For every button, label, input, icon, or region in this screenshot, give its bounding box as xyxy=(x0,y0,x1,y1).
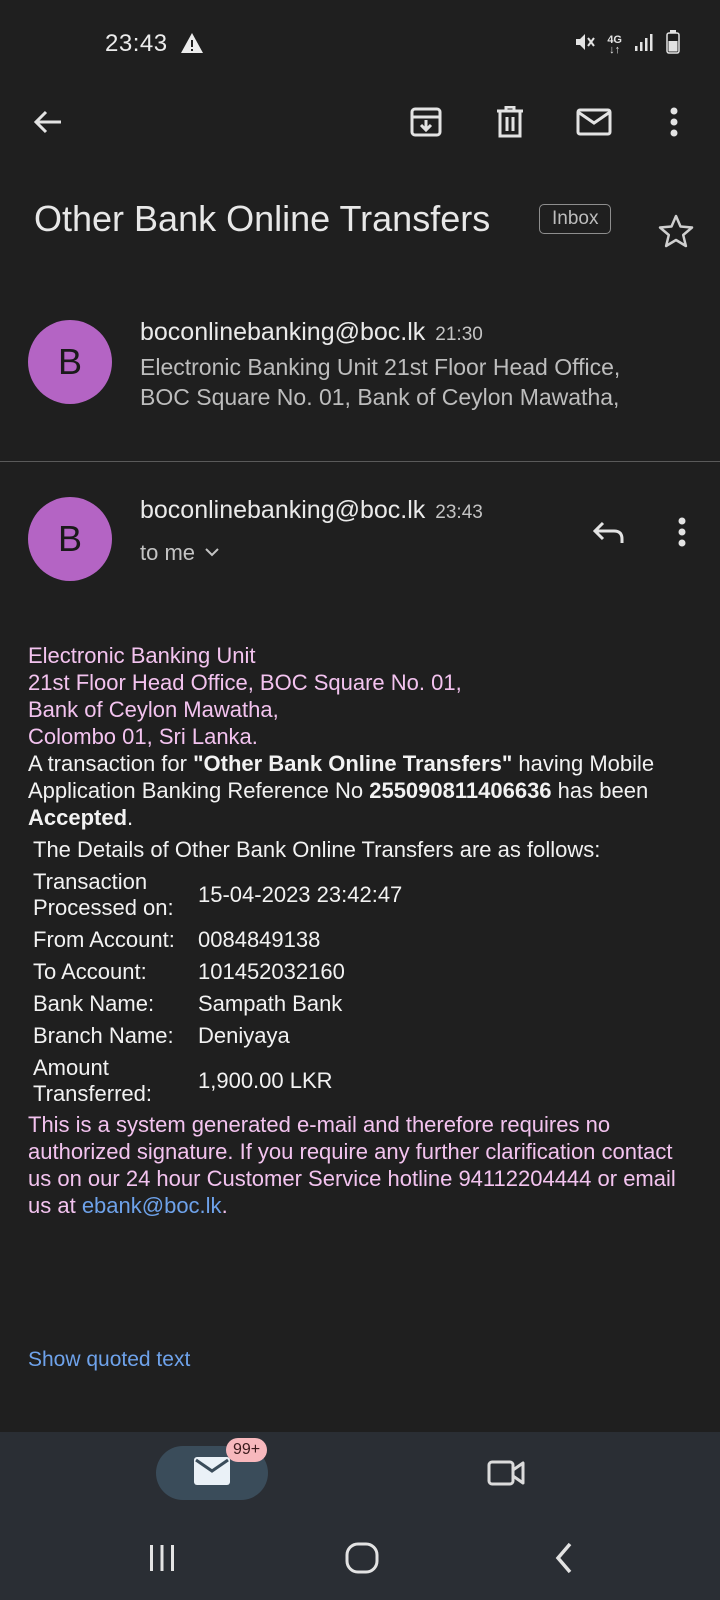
inbox-label[interactable]: Inbox xyxy=(539,204,612,234)
email-body: Electronic Banking Unit 21st Floor Head … xyxy=(28,642,698,1219)
status-icons: 4G ↓↑ xyxy=(573,30,680,59)
show-quoted-text-link[interactable]: Show quoted text xyxy=(28,1348,190,1372)
detail-value: 1,900.00 LKR xyxy=(198,1068,333,1093)
network-label: 4G ↓↑ xyxy=(607,33,622,56)
detail-label: Transaction Processed on: xyxy=(33,869,174,920)
detail-label: Amount Transferred: xyxy=(33,1055,153,1106)
battery-icon xyxy=(666,30,680,59)
back-arrow-icon[interactable] xyxy=(24,98,72,146)
table-row: Amount Transferred: 1,900.00 LKR xyxy=(28,1053,606,1111)
star-icon[interactable] xyxy=(658,214,694,253)
address-line: 21st Floor Head Office, BOC Square No. 0… xyxy=(28,670,462,695)
detail-value: Sampath Bank xyxy=(198,991,343,1016)
detail-value: 15-04-2023 23:42:47 xyxy=(198,882,403,907)
message-snippet-line-1: Electronic Banking Unit 21st Floor Head … xyxy=(140,354,621,380)
recents-icon[interactable] xyxy=(138,1534,186,1582)
chevron-down-icon xyxy=(205,544,219,562)
details-heading: The Details of Other Bank Online Transfe… xyxy=(33,837,601,862)
table-row: Transaction Processed on: 15-04-2023 23:… xyxy=(28,867,606,925)
address-line: Colombo 01, Sri Lanka. xyxy=(28,724,258,749)
table-row: Branch Name: Deniyaya xyxy=(28,1021,606,1053)
message-more-icon[interactable] xyxy=(658,508,706,556)
home-icon[interactable] xyxy=(338,1534,386,1582)
address-line: Bank of Ceylon Mawatha, xyxy=(28,697,279,722)
warning-icon xyxy=(180,32,204,59)
detail-value: Deniyaya xyxy=(198,1023,290,1048)
sender-email: boconlinebanking@boc.lk xyxy=(140,496,426,524)
message-time: 23:43 xyxy=(435,502,483,523)
archive-icon[interactable] xyxy=(402,98,450,146)
more-vert-icon[interactable] xyxy=(650,98,698,146)
delete-icon[interactable] xyxy=(486,98,534,146)
mail-icon xyxy=(194,1456,230,1490)
mute-icon xyxy=(573,31,596,58)
detail-label: Branch Name: xyxy=(33,1023,174,1048)
details-table: The Details of Other Bank Online Transfe… xyxy=(28,835,606,1111)
detail-value: 101452032160 xyxy=(198,959,345,984)
footer-notice: This is a system generated e-mail and th… xyxy=(28,1112,676,1218)
table-row: Bank Name: Sampath Bank xyxy=(28,989,606,1021)
detail-label: Bank Name: xyxy=(33,991,155,1016)
message-snippet-line-2: BOC Square No. 01, Bank of Ceylon Mawath… xyxy=(140,384,620,410)
address-line: Electronic Banking Unit xyxy=(28,643,256,668)
message-collapsed[interactable]: B boconlinebanking@boc.lk 21:30 Electroni… xyxy=(0,296,720,446)
sender-email: boconlinebanking@boc.lk xyxy=(140,318,426,346)
table-row: The Details of Other Bank Online Transfe… xyxy=(28,835,606,867)
ebank-email-link[interactable]: ebank@boc.lk xyxy=(82,1193,222,1218)
divider xyxy=(0,461,720,462)
recipient-label: to me xyxy=(140,540,196,565)
email-subject: Other Bank Online Transfers xyxy=(34,198,491,239)
status-time: 23:43 xyxy=(105,30,168,57)
avatar: B xyxy=(28,320,112,404)
message-time: 21:30 xyxy=(435,324,483,345)
table-row: From Account: 0084849138 xyxy=(28,925,606,957)
unread-count-badge: 99+ xyxy=(226,1438,268,1462)
signal-icon xyxy=(634,32,654,57)
recipient-toggle[interactable]: to me xyxy=(140,540,219,566)
table-row: To Account: 101452032160 xyxy=(28,957,606,989)
detail-label: To Account: xyxy=(33,959,147,984)
avatar: B xyxy=(28,497,112,581)
transaction-intro: A transaction for "Other Bank Online Tra… xyxy=(28,751,655,830)
back-icon[interactable] xyxy=(540,1534,588,1582)
detail-label: From Account: xyxy=(33,927,175,952)
video-icon[interactable] xyxy=(482,1449,530,1497)
mark-unread-icon[interactable] xyxy=(570,98,618,146)
reply-icon[interactable] xyxy=(584,508,632,556)
detail-value: 0084849138 xyxy=(198,927,321,952)
